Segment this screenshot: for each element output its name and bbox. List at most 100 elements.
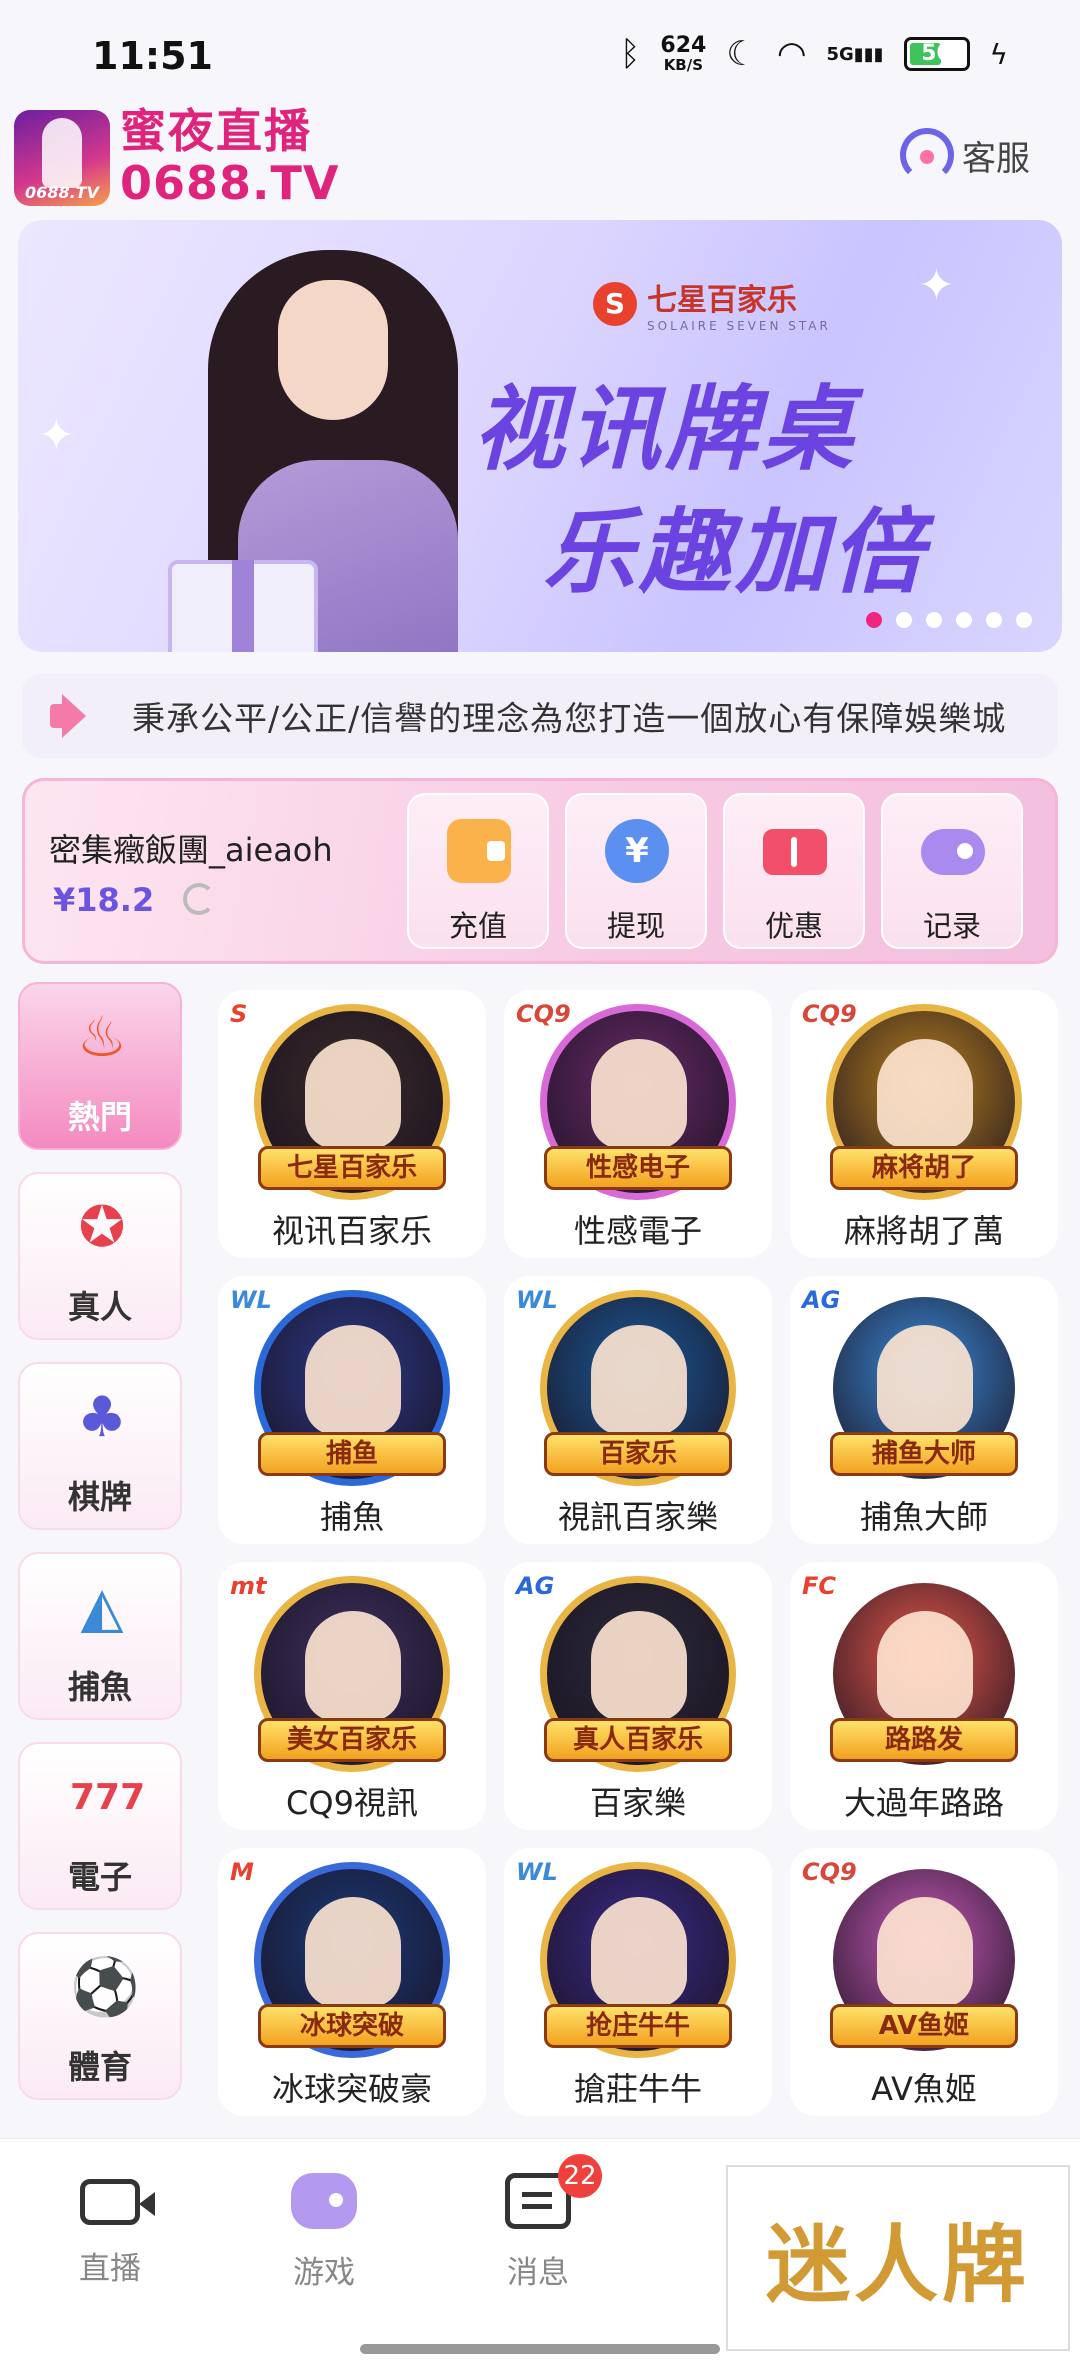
category-sports[interactable]: ⚽ 體育 — [18, 1932, 182, 2100]
game-label: 性感電子 — [573, 1212, 702, 1250]
home-indicator[interactable] — [360, 2344, 720, 2354]
wallet-icon — [447, 819, 511, 883]
provider-badge: FC — [802, 1572, 837, 1600]
camera-icon — [80, 2179, 155, 2225]
game-art-title: 冰球突破 — [258, 2004, 446, 2048]
banner-headline-2: 乐趣加倍 — [543, 499, 928, 606]
game-label: AV魚姬 — [871, 2070, 977, 2108]
banner-brand: S 七星百家乐 SOLAIRE SEVEN STAR — [593, 275, 831, 333]
game-label: 冰球突破豪 — [271, 2070, 432, 2108]
pagination-dot[interactable] — [1016, 612, 1032, 628]
pagination-dot[interactable] — [956, 612, 972, 628]
banner-headline-1: 视讯牌桌 — [473, 376, 858, 483]
game-label: 視訊百家樂 — [557, 1498, 718, 1536]
provider-badge: CQ9 — [516, 1000, 571, 1028]
pagination-dot[interactable] — [866, 612, 882, 628]
provider-badge: WL — [230, 1286, 272, 1314]
charging-icon: ϟ — [989, 37, 1008, 71]
game-art-title: 捕鱼大师 — [830, 1432, 1018, 1476]
category-slots[interactable]: 777 電子 — [18, 1742, 182, 1910]
poker-chip-icon: ✪ — [78, 1195, 126, 1260]
provider-badge: CQ9 — [802, 1000, 857, 1028]
status-icons: ᛒ 624 KB/S ☾ ◠ 5G▮▮▮ 50 ϟ — [620, 34, 1008, 74]
game-label: CQ9視訊 — [286, 1784, 418, 1822]
category-live[interactable]: ✪ 真人 — [18, 1172, 182, 1340]
game-card[interactable]: CQ9 性感电子性感電子 — [504, 990, 772, 1258]
banner-pagination[interactable] — [866, 612, 1032, 628]
recharge-button[interactable]: 充值 — [407, 793, 549, 949]
game-art-title: 美女百家乐 — [258, 1718, 446, 1762]
refresh-icon[interactable] — [183, 883, 215, 915]
game-art-title: 麻将胡了 — [830, 1146, 1018, 1190]
game-art-title: 抢庄牛牛 — [544, 2004, 732, 2048]
game-card[interactable]: WL 抢庄牛牛 搶莊牛牛 — [504, 1848, 772, 2116]
customer-service-button[interactable]: 客服 — [900, 128, 1030, 182]
game-card[interactable]: AG 捕鱼大师 捕魚大師 — [790, 1276, 1058, 1544]
game-label: 麻將胡了萬 — [843, 1212, 1004, 1250]
provider-badge: mt — [230, 1572, 267, 1600]
game-card[interactable]: CQ9 麻将胡了麻將胡了萬 — [790, 990, 1058, 1258]
game-art-title: 捕鱼 — [258, 1432, 446, 1476]
game-card[interactable]: WL 百家乐 視訊百家樂 — [504, 1276, 772, 1544]
brand-name: 蜜夜直播 — [120, 104, 312, 158]
tab-live[interactable]: 直播 — [40, 2173, 180, 2288]
account-card: 密集癥飯團_aieaoh ¥18.2 充值 ¥ 提现 优惠 记录 — [22, 778, 1058, 964]
promo-ad[interactable]: 迷人牌 — [726, 2165, 1070, 2351]
records-button[interactable]: 记录 — [881, 793, 1023, 949]
tab-messages[interactable]: 22 消息 — [468, 2154, 608, 2292]
account-actions: 充值 ¥ 提现 优惠 记录 — [407, 793, 1023, 949]
game-card[interactable]: FC 路路发 大過年路路 — [790, 1562, 1058, 1830]
app-header: 0688.TV 蜜夜直播 0688.TV 客服 — [0, 100, 1080, 220]
category-card-games[interactable]: ♣ 棋牌 — [18, 1362, 182, 1530]
bottom-nav: 直播 游戏 22 消息 迷人牌 — [0, 2138, 1080, 2374]
pagination-dot[interactable] — [896, 612, 912, 628]
app-logo: 0688.TV — [14, 110, 110, 206]
game-label: 视讯百家乐 — [271, 1212, 432, 1250]
game-card[interactable]: S 七星百家乐视讯百家乐 — [218, 990, 486, 1258]
game-art-title: 性感电子 — [544, 1146, 732, 1190]
tab-games[interactable]: 游戏 — [254, 2173, 394, 2292]
service-label: 客服 — [962, 138, 1030, 179]
shark-icon: ◭ — [80, 1575, 124, 1640]
game-card[interactable]: M 冰球突破冰球突破豪 — [218, 1848, 486, 2116]
game-art-title: 百家乐 — [544, 1432, 732, 1476]
game-label: 捕魚 — [319, 1498, 384, 1536]
coupon-icon — [763, 829, 827, 875]
pagination-dot[interactable] — [926, 612, 942, 628]
game-grid: S 七星百家乐视讯百家乐 CQ9 性感电子性感電子 CQ9 麻将胡了麻將胡了萬 WL 捕鱼捕魚… — [218, 990, 1060, 2116]
bluetooth-icon: ᛒ — [619, 34, 641, 74]
battery-icon: 50 — [903, 37, 970, 71]
gamepad-icon — [921, 829, 985, 875]
provider-badge: S — [230, 1000, 248, 1028]
brand-title: 蜜夜直播 0688.TV — [120, 104, 339, 208]
promotions-button[interactable]: 优惠 — [723, 793, 865, 949]
pagination-dot[interactable] — [986, 612, 1002, 628]
game-art-title: 真人百家乐 — [544, 1718, 732, 1762]
message-count-badge: 22 — [558, 2154, 602, 2198]
game-card[interactable]: AG 真人百家乐 百家樂 — [504, 1562, 772, 1830]
playing-cards-icon: ♣ — [76, 1385, 128, 1450]
promo-banner[interactable]: ✦ ✦ S 七星百家乐 SOLAIRE SEVEN STAR 视讯牌桌 乐趣加倍 — [18, 220, 1062, 652]
username: 密集癥飯團_aieaoh — [49, 831, 333, 869]
category-fishing[interactable]: ◭ 捕魚 — [18, 1552, 182, 1720]
signal-icon: 5G▮▮▮ — [826, 43, 884, 65]
withdraw-button[interactable]: ¥ 提现 — [565, 793, 707, 949]
notice-text: 秉承公平/公正/信譽的理念為您打造一個放心有保障娛樂城 — [132, 699, 1007, 738]
notice-marquee[interactable]: 秉承公平/公正/信譽的理念為您打造一個放心有保障娛樂城 — [22, 674, 1058, 758]
speaker-icon — [44, 686, 104, 746]
game-card[interactable]: CQ9 AV鱼姬 AV魚姬 — [790, 1848, 1058, 2116]
balance: ¥18.2 — [53, 881, 155, 919]
game-art-title: 七星百家乐 — [258, 1146, 446, 1190]
yen-icon: ¥ — [605, 819, 669, 883]
game-card[interactable]: mt 美女百家乐 CQ9視訊 — [218, 1562, 486, 1830]
banner-model-image — [168, 230, 508, 652]
provider-badge: CQ9 — [802, 1858, 857, 1886]
wifi-icon: ◠ — [776, 34, 807, 74]
game-card[interactable]: WL 捕鱼捕魚 — [218, 1276, 486, 1544]
status-bar: 11:51 ᛒ 624 KB/S ☾ ◠ 5G▮▮▮ 50 ϟ — [0, 0, 1080, 100]
category-hot[interactable]: ♨ 熱門 — [18, 982, 182, 1150]
provider-badge: M — [230, 1858, 254, 1886]
moon-icon: ☾ — [726, 34, 757, 74]
sparkle-icon: ✦ — [918, 260, 955, 311]
slot-777-icon: 777 — [70, 1777, 146, 1818]
